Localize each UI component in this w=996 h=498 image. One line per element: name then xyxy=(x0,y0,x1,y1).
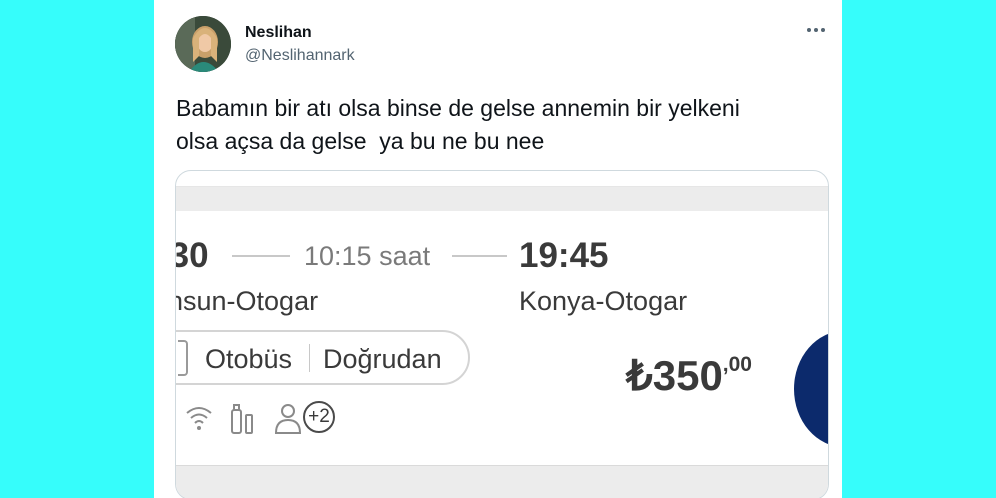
trip-type-pill: Otobüs Doğrudan xyxy=(176,330,470,385)
departure-place: nsun-Otogar xyxy=(175,286,319,316)
more-amenities-badge[interactable]: +2 xyxy=(303,401,335,433)
ticket-price: ₺350,00 xyxy=(626,351,752,400)
avatar-photo xyxy=(175,16,231,72)
route-type: Doğrudan xyxy=(323,344,442,374)
departure-time: :30 xyxy=(176,236,209,275)
ticket-footer-strip xyxy=(176,465,828,498)
author-handle[interactable]: @Neslihannark xyxy=(245,47,355,65)
ticket-header-strip xyxy=(176,186,828,212)
vehicle-type: Otobüs xyxy=(205,344,293,374)
bottle-icon xyxy=(231,404,253,434)
trip-duration: 10:15 saat xyxy=(304,241,431,271)
tweet-card: Neslihan @Neslihannark Babamın bir atı o… xyxy=(154,0,842,498)
divider-line xyxy=(452,255,507,257)
divider-line xyxy=(232,255,290,257)
wifi-icon xyxy=(186,407,212,430)
author-name[interactable]: Neslihan xyxy=(245,24,312,42)
select-button[interactable] xyxy=(794,331,828,447)
avatar[interactable] xyxy=(175,16,231,72)
seat-person-icon xyxy=(274,404,302,434)
arrival-place: Konya-Otogar xyxy=(519,286,688,316)
bus-ticket-card: :30 10:15 saat 19:45 nsun-Otogar Konya-O… xyxy=(176,211,828,465)
more-options-icon[interactable] xyxy=(806,20,826,40)
price-main: ₺350 xyxy=(626,352,723,399)
arrival-time: 19:45 xyxy=(519,236,609,275)
pill-separator xyxy=(309,344,310,372)
tweet-text: Babamın bir atı olsa binse de gelse anne… xyxy=(176,95,740,154)
tweet-media[interactable]: :30 10:15 saat 19:45 nsun-Otogar Konya-O… xyxy=(175,170,829,498)
bus-icon xyxy=(178,340,188,376)
price-cents: ,00 xyxy=(722,353,752,376)
